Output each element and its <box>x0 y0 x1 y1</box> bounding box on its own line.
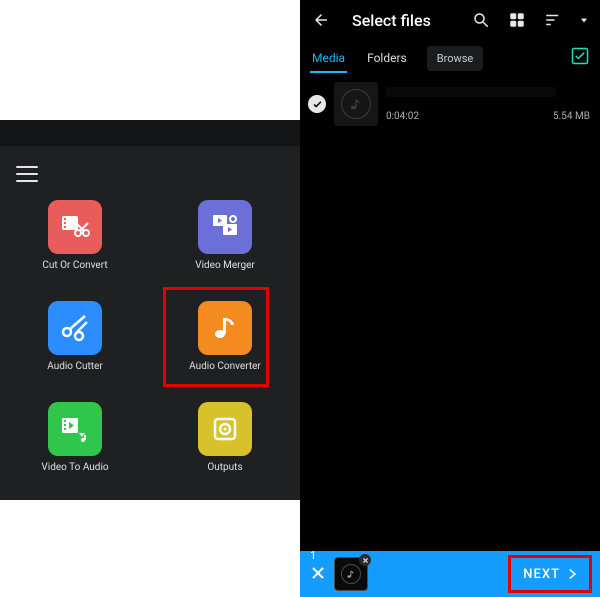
file-row[interactable]: 0:04:02 5.54 MB <box>308 82 592 126</box>
tool-video-to-audio[interactable]: Video To Audio <box>41 402 108 473</box>
tool-audio-cutter[interactable]: Audio Cutter <box>47 301 103 372</box>
tool-label: Audio Cutter <box>47 361 103 372</box>
video-to-audio-icon <box>48 402 102 456</box>
next-button[interactable]: NEXT <box>513 559 588 589</box>
menu-button[interactable] <box>16 166 38 182</box>
page-title: Select files <box>352 11 431 30</box>
select-all-button[interactable] <box>570 46 590 66</box>
file-thumbnail <box>334 82 378 126</box>
audio-converter-icon <box>198 301 252 355</box>
checkbox-checked[interactable] <box>308 95 326 113</box>
tool-label: Video To Audio <box>41 462 108 473</box>
music-note-icon <box>341 564 361 584</box>
bottom-bar: 1 NEXT <box>300 551 600 597</box>
clear-selection-button[interactable] <box>310 565 326 585</box>
grid-view-button[interactable] <box>506 9 528 31</box>
tool-video-merger[interactable]: Video Merger <box>195 200 255 271</box>
file-duration: 0:04:02 <box>386 111 419 122</box>
selection-count: 1 <box>310 549 316 562</box>
search-button[interactable] <box>470 9 492 31</box>
tool-label: Outputs <box>207 462 242 473</box>
tool-label: Audio Converter <box>189 361 261 372</box>
dropdown-button[interactable] <box>578 9 590 31</box>
tool-label: Cut Or Convert <box>42 260 107 271</box>
selected-thumbnail[interactable] <box>334 557 368 591</box>
sort-button[interactable] <box>542 9 564 31</box>
outputs-icon <box>198 402 252 456</box>
tool-audio-converter[interactable]: Audio Converter <box>189 301 261 372</box>
file-name <box>386 87 556 97</box>
audio-cutter-icon <box>48 301 102 355</box>
tab-media[interactable]: Media <box>310 45 347 71</box>
back-button[interactable] <box>310 9 332 31</box>
remove-item-button[interactable] <box>359 554 371 566</box>
file-size: 5.54 MB <box>553 111 590 122</box>
status-bar <box>0 120 300 146</box>
music-note-icon <box>341 89 371 119</box>
tool-cut-or-convert[interactable]: Cut Or Convert <box>42 200 107 271</box>
tab-folders[interactable]: Folders <box>365 45 409 71</box>
cut-convert-icon <box>48 200 102 254</box>
video-merger-icon <box>198 200 252 254</box>
select-files-screen: Select files Media Folders Browse <box>300 0 600 597</box>
tool-outputs[interactable]: Outputs <box>198 402 252 473</box>
tool-label: Video Merger <box>195 260 255 271</box>
tab-browse[interactable]: Browse <box>427 46 484 71</box>
next-label: NEXT <box>523 567 560 582</box>
tools-screen: Cut Or Convert Video Merger Audio Cutter <box>0 0 300 597</box>
